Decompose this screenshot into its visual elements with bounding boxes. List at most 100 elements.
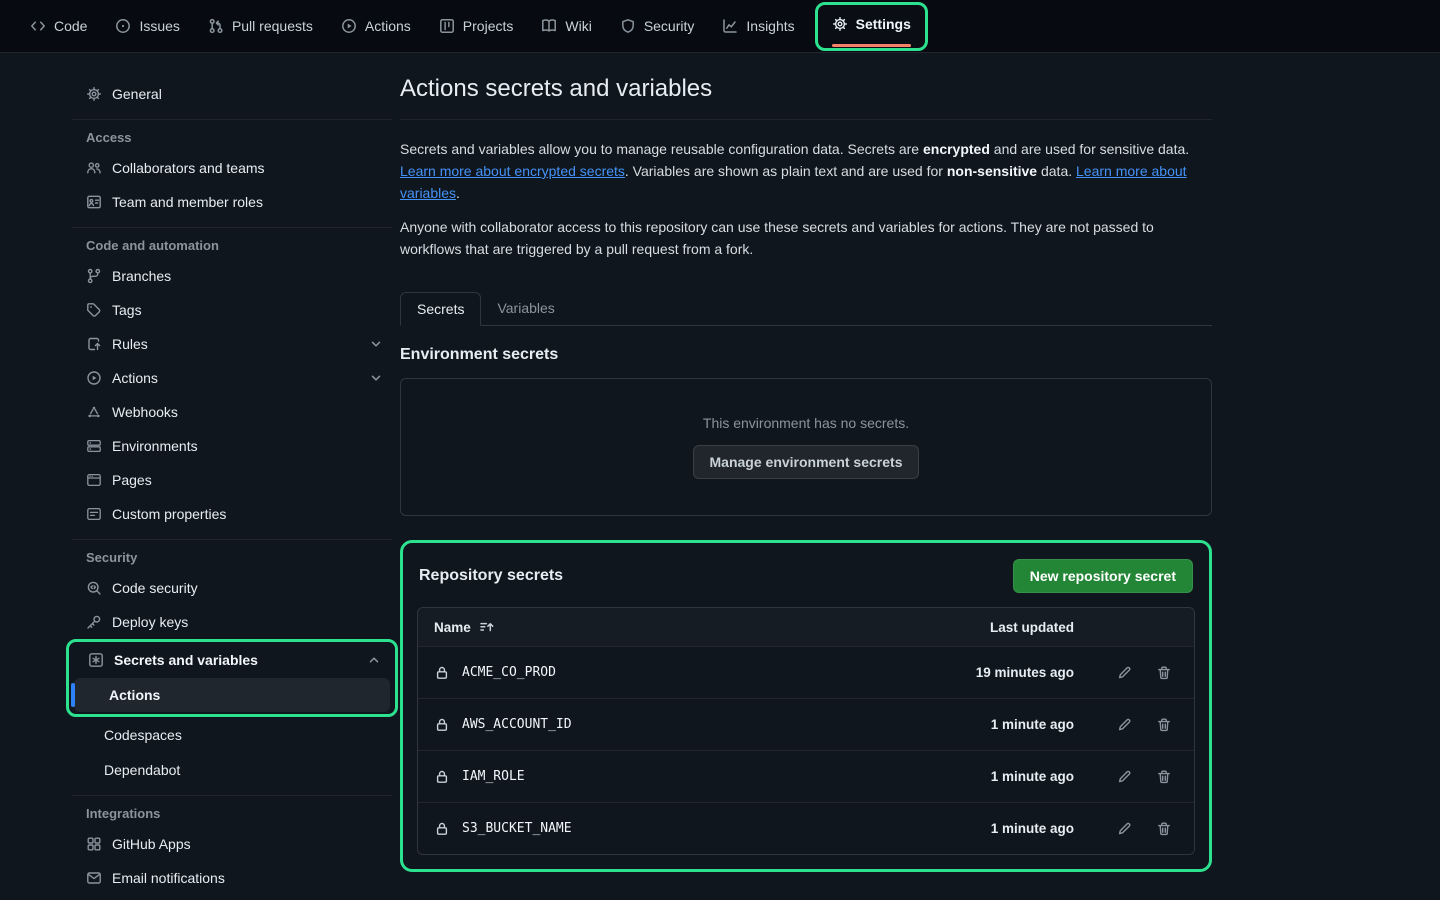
- nav-tab-actions[interactable]: Actions: [333, 10, 419, 42]
- edit-secret-button[interactable]: [1116, 769, 1132, 785]
- secret-name: IAM_ROLE: [462, 769, 525, 784]
- repository-secrets-table: Name Last updated ACME_CO_PROD 19 minute…: [417, 607, 1195, 855]
- sidebar-item-label: Email notifications: [112, 870, 225, 886]
- intro-text: and are used for sensitive data.: [990, 141, 1189, 157]
- nav-tab-label: Pull requests: [232, 18, 313, 34]
- sidebar-subitem-label: Actions: [109, 687, 160, 703]
- environment-empty-text: This environment has no secrets.: [703, 415, 909, 431]
- environment-secrets-panel: This environment has no secrets. Manage …: [400, 378, 1212, 516]
- new-repository-secret-button[interactable]: New repository secret: [1013, 559, 1193, 593]
- row-actions: [1074, 717, 1178, 733]
- chevron-up-icon[interactable]: [366, 652, 382, 668]
- secret-name: S3_BUCKET_NAME: [462, 821, 572, 836]
- chevron-down-icon[interactable]: [368, 370, 384, 386]
- sidebar-subitem-codespaces[interactable]: Codespaces: [77, 718, 387, 752]
- sidebar-item-label: GitHub Apps: [112, 836, 191, 852]
- sidebar-section-security: Security: [72, 550, 392, 565]
- sidebar-item-branches[interactable]: Branches: [72, 259, 392, 293]
- sidebar-item-secrets-and-variables[interactable]: Secrets and variables: [74, 643, 390, 677]
- sidebar-item-general[interactable]: General: [72, 77, 392, 111]
- shield-icon: [620, 18, 636, 34]
- intro-paragraph: Secrets and variables allow you to manag…: [400, 138, 1212, 204]
- sidebar-item-label: Environments: [112, 438, 198, 454]
- pencil-icon: [1116, 821, 1132, 837]
- edit-secret-button[interactable]: [1116, 717, 1132, 733]
- secret-name-cell: S3_BUCKET_NAME: [434, 821, 924, 837]
- delete-secret-button[interactable]: [1156, 717, 1172, 733]
- secrets-variables-tabnav: Secrets Variables: [400, 292, 1212, 326]
- delete-secret-button[interactable]: [1156, 769, 1172, 785]
- nav-tab-code[interactable]: Code: [22, 10, 95, 42]
- secret-updated: 1 minute ago: [924, 821, 1074, 836]
- project-icon: [439, 18, 455, 34]
- nav-tab-insights[interactable]: Insights: [714, 10, 802, 42]
- sidebar-item-tags[interactable]: Tags: [72, 293, 392, 327]
- intro-text: . Variables are shown as plain text and …: [625, 163, 947, 179]
- last-updated-column-header: Last updated: [924, 620, 1074, 635]
- nav-tab-settings[interactable]: Settings: [824, 8, 919, 40]
- issue-icon: [115, 18, 131, 34]
- sidebar-section-integrations: Integrations: [72, 806, 392, 821]
- sidebar-divider: [72, 795, 392, 796]
- intro-text: .: [456, 185, 460, 201]
- sidebar-item-rules[interactable]: Rules: [72, 327, 392, 361]
- secret-updated: 1 minute ago: [924, 717, 1074, 732]
- sidebar-item-email-notifications[interactable]: Email notifications: [72, 861, 392, 895]
- edit-secret-button[interactable]: [1116, 821, 1132, 837]
- secret-name: ACME_CO_PROD: [462, 665, 556, 680]
- nav-tab-security[interactable]: Security: [612, 10, 703, 42]
- sidebar-item-actions[interactable]: Actions: [72, 361, 392, 395]
- nav-tab-label: Insights: [746, 18, 794, 34]
- nav-tab-wiki[interactable]: Wiki: [533, 10, 599, 42]
- delete-secret-button[interactable]: [1156, 665, 1172, 681]
- nav-tab-projects[interactable]: Projects: [431, 10, 522, 42]
- sidebar-item-deploy-keys[interactable]: Deploy keys: [72, 605, 392, 639]
- nav-tab-label: Security: [644, 18, 695, 34]
- sidebar-item-label: Deploy keys: [112, 614, 188, 630]
- sidebar-section-access: Access: [72, 130, 392, 145]
- rules-icon: [86, 336, 102, 352]
- sidebar-item-label: Rules: [112, 336, 358, 352]
- tag-icon: [86, 302, 102, 318]
- sidebar-divider: [72, 539, 392, 540]
- name-column-header[interactable]: Name: [434, 619, 924, 635]
- sidebar-item-collaborators[interactable]: Collaborators and teams: [72, 151, 392, 185]
- chevron-down-icon[interactable]: [368, 336, 384, 352]
- sidebar-subitem-actions[interactable]: Actions: [74, 678, 390, 712]
- sort-ascending-icon: [479, 619, 495, 635]
- collaborator-access-paragraph: Anyone with collaborator access to this …: [400, 216, 1212, 260]
- id-badge-icon: [86, 194, 102, 210]
- sidebar-item-code-security[interactable]: Code security: [72, 571, 392, 605]
- delete-secret-button[interactable]: [1156, 821, 1172, 837]
- book-icon: [541, 18, 557, 34]
- annotation-repository-secrets: Repository secrets New repository secret…: [400, 540, 1212, 872]
- secret-updated: 1 minute ago: [924, 769, 1074, 784]
- browser-icon: [86, 472, 102, 488]
- sidebar-item-custom-properties[interactable]: Custom properties: [72, 497, 392, 531]
- sidebar-divider: [72, 119, 392, 120]
- sidebar-item-webhooks[interactable]: Webhooks: [72, 395, 392, 429]
- sidebar-subitem-dependabot[interactable]: Dependabot: [77, 753, 387, 787]
- secret-row: IAM_ROLE 1 minute ago: [418, 750, 1194, 802]
- tab-variables[interactable]: Variables: [481, 292, 570, 326]
- link-encrypted-secrets[interactable]: Learn more about encrypted secrets: [400, 163, 625, 179]
- sidebar-item-environments[interactable]: Environments: [72, 429, 392, 463]
- pull-request-icon: [208, 18, 224, 34]
- key-asterisk-icon: [88, 652, 104, 668]
- nav-tab-label: Projects: [463, 18, 514, 34]
- secret-updated: 19 minutes ago: [924, 665, 1074, 680]
- repo-nav: Code Issues Pull requests Actions Projec…: [0, 0, 1440, 53]
- trash-icon: [1156, 665, 1172, 681]
- nav-tab-issues[interactable]: Issues: [107, 10, 187, 42]
- nav-tab-pull-requests[interactable]: Pull requests: [200, 10, 321, 42]
- tab-secrets[interactable]: Secrets: [400, 292, 481, 326]
- sidebar-item-team-roles[interactable]: Team and member roles: [72, 185, 392, 219]
- sidebar-item-github-apps[interactable]: GitHub Apps: [72, 827, 392, 861]
- sidebar-item-pages[interactable]: Pages: [72, 463, 392, 497]
- environment-secrets-heading: Environment secrets: [400, 346, 1212, 364]
- manage-environment-secrets-button[interactable]: Manage environment secrets: [693, 445, 920, 479]
- edit-secret-button[interactable]: [1116, 665, 1132, 681]
- repository-secrets-heading: Repository secrets: [419, 567, 563, 585]
- annotation-settings-tab: Settings: [815, 2, 928, 51]
- name-header-label: Name: [434, 620, 471, 635]
